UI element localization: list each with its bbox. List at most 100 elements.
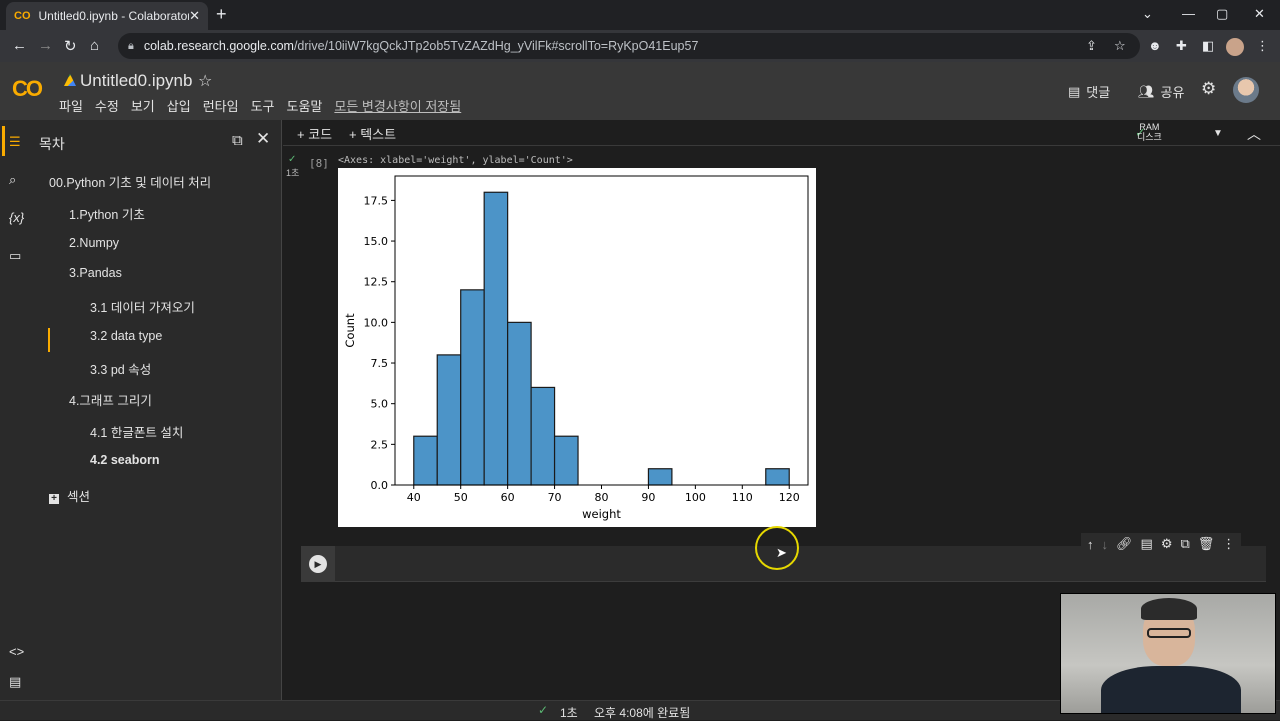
toc-item[interactable]: 3.1 데이터 가져오기	[90, 297, 195, 316]
code-snippets-icon[interactable]: <>	[9, 644, 24, 659]
tab-search-chevron-icon[interactable]: ⌄	[1142, 6, 1153, 22]
home-icon[interactable]: ⌂	[90, 37, 99, 54]
browser-menu-icon[interactable]: ⋮	[1256, 38, 1269, 54]
disk-label: 디스크	[1137, 132, 1162, 142]
y-tick-label: 7.5	[371, 357, 389, 370]
settings-gear-icon[interactable]: ⚙	[1201, 79, 1216, 99]
toc-list-icon[interactable]: ☰	[9, 134, 21, 150]
share-button[interactable]: 👥︎ 공유	[1138, 82, 1184, 101]
move-down-icon[interactable]: ↓	[1102, 537, 1109, 552]
menu-file[interactable]: 파일	[59, 96, 83, 115]
colab-favicon-icon: CO	[14, 10, 31, 22]
variables-icon[interactable]: {x}	[9, 210, 24, 225]
toc-item[interactable]: 3.Pandas	[69, 266, 122, 280]
extension-avatar-icon[interactable]: ☻	[1148, 38, 1162, 53]
share-label: 공유	[1160, 85, 1185, 100]
more-options-icon[interactable]: ⋮	[1222, 536, 1235, 552]
add-text-button[interactable]: + 텍스트	[349, 124, 396, 143]
share-page-icon[interactable]: ⇪	[1086, 38, 1097, 54]
presenter-glasses	[1147, 628, 1191, 638]
extensions-puzzle-icon[interactable]: ✚	[1176, 38, 1187, 54]
menu-bar: 파일 수정 보기 삽입 런타임 도구 도움말 모든 변경사항이 저장됨	[59, 96, 461, 115]
close-sidebar-icon[interactable]: ✕	[256, 129, 270, 149]
search-icon[interactable]: ⌕	[9, 172, 16, 188]
histogram-bar	[647, 468, 673, 486]
address-bar[interactable]: 🔒︎ colab.research.google.com/drive/10iiW…	[118, 33, 1140, 59]
exec-success-check-icon: ✓	[288, 154, 297, 165]
comment-cell-icon[interactable]: ▤	[1141, 536, 1153, 552]
add-code-button[interactable]: + 코드	[297, 124, 332, 143]
menu-view[interactable]: 보기	[131, 96, 155, 115]
maximize-button[interactable]: ▢	[1216, 6, 1228, 22]
files-folder-icon[interactable]: ▭	[9, 248, 21, 264]
move-up-icon[interactable]: ↑	[1087, 537, 1094, 552]
toc-item-active[interactable]: 4.2 seaborn	[90, 453, 159, 467]
notebook-title[interactable]: Untitled0.ipynb	[80, 71, 192, 91]
close-tab-icon[interactable]: ✕	[189, 8, 200, 24]
new-tab-button[interactable]: +	[216, 4, 227, 25]
toc-item[interactable]: 3.2 data type	[90, 329, 162, 343]
user-avatar[interactable]	[1233, 77, 1259, 103]
x-tick-label: 110	[732, 491, 753, 504]
delete-icon[interactable]: 🗑︎	[1198, 536, 1215, 552]
mirror-cell-icon[interactable]: ⧉	[1180, 536, 1189, 552]
x-tick-label: 100	[685, 491, 706, 504]
collapse-header-icon[interactable]: ︿	[1247, 124, 1261, 144]
comment-button[interactable]: ▤ 댓글	[1068, 82, 1110, 101]
status-check-icon: ✓	[538, 703, 549, 717]
menu-runtime[interactable]: 런타임	[203, 96, 239, 115]
add-section-button[interactable]: + 섹션	[49, 486, 90, 505]
x-tick-label: 90	[641, 491, 655, 504]
forward-icon[interactable]: →	[38, 37, 53, 54]
terminal-icon[interactable]: ▤	[9, 674, 21, 690]
cell-settings-icon[interactable]: ⚙	[1161, 536, 1173, 552]
menu-help[interactable]: 도움말	[287, 96, 323, 115]
toc-item[interactable]: 00.Python 기초 및 데이터 처리	[49, 172, 211, 191]
ram-label: RAM	[1139, 122, 1160, 132]
runtime-dropdown-icon[interactable]: ▼	[1213, 128, 1223, 139]
link-icon[interactable]: 🔗︎	[1116, 536, 1133, 552]
toc-item[interactable]: 3.3 pd 속성	[90, 359, 151, 378]
menu-edit[interactable]: 수정	[95, 96, 119, 115]
drive-icon	[64, 74, 76, 86]
ram-disk-indicator[interactable]: RAM 디스크	[1137, 122, 1162, 142]
minimize-button[interactable]: —	[1182, 6, 1195, 21]
toc-item[interactable]: 4.1 한글폰트 설치	[90, 422, 183, 441]
back-icon[interactable]: ←	[12, 37, 27, 54]
run-cell-button[interactable]: ▶	[309, 555, 327, 573]
status-message[interactable]: 오후 4:08에 완료됨	[594, 704, 690, 721]
y-tick-label: 15.0	[364, 235, 389, 248]
run-gutter: ▶	[301, 546, 335, 582]
exec-time: 1초	[286, 168, 300, 178]
colab-logo[interactable]: CO	[12, 76, 43, 102]
toc-active-indicator	[48, 328, 50, 352]
cell-toolbar: + 코드 + 텍스트 ✓ RAM 디스크 ▼ ︿	[283, 120, 1280, 146]
open-in-tab-icon[interactable]: ⧉	[232, 132, 243, 149]
comment-label: 댓글	[1086, 85, 1111, 100]
x-tick-label: 60	[501, 491, 515, 504]
x-tick-label: 120	[779, 491, 800, 504]
people-icon: 👥︎	[1138, 83, 1155, 99]
reload-icon[interactable]: ↻	[64, 37, 77, 55]
menu-tools[interactable]: 도구	[251, 96, 275, 115]
browser-tab[interactable]: CO Untitled0.ipynb - Colaboratory ✕	[6, 2, 208, 30]
toc-item[interactable]: 4.그래프 그리기	[69, 390, 152, 409]
browser-toolbar: ← → ↻ ⌂ 🔒︎ colab.research.google.com/dri…	[0, 30, 1280, 62]
comment-icon: ▤	[1068, 83, 1081, 99]
toc-item[interactable]: 1.Python 기초	[69, 204, 145, 223]
toc-item[interactable]: 2.Numpy	[69, 236, 119, 250]
bookmark-star-icon[interactable]: ☆	[1114, 38, 1126, 54]
star-icon[interactable]: ☆	[198, 71, 212, 91]
presenter-body	[1101, 666, 1241, 713]
close-window-button[interactable]: ✕	[1254, 6, 1265, 22]
saved-status-link[interactable]: 모든 변경사항이 저장됨	[334, 96, 461, 115]
histogram-bar	[765, 468, 790, 486]
x-tick-label: 70	[548, 491, 562, 504]
side-panel-icon[interactable]: ◧	[1202, 38, 1214, 54]
presenter-hair	[1141, 598, 1197, 620]
browser-profile-avatar[interactable]	[1226, 38, 1244, 56]
menu-insert[interactable]: 삽입	[167, 96, 191, 115]
mouse-pointer-icon: ➤	[776, 545, 787, 560]
histogram-bar	[436, 354, 462, 486]
histogram-bar	[553, 435, 579, 486]
